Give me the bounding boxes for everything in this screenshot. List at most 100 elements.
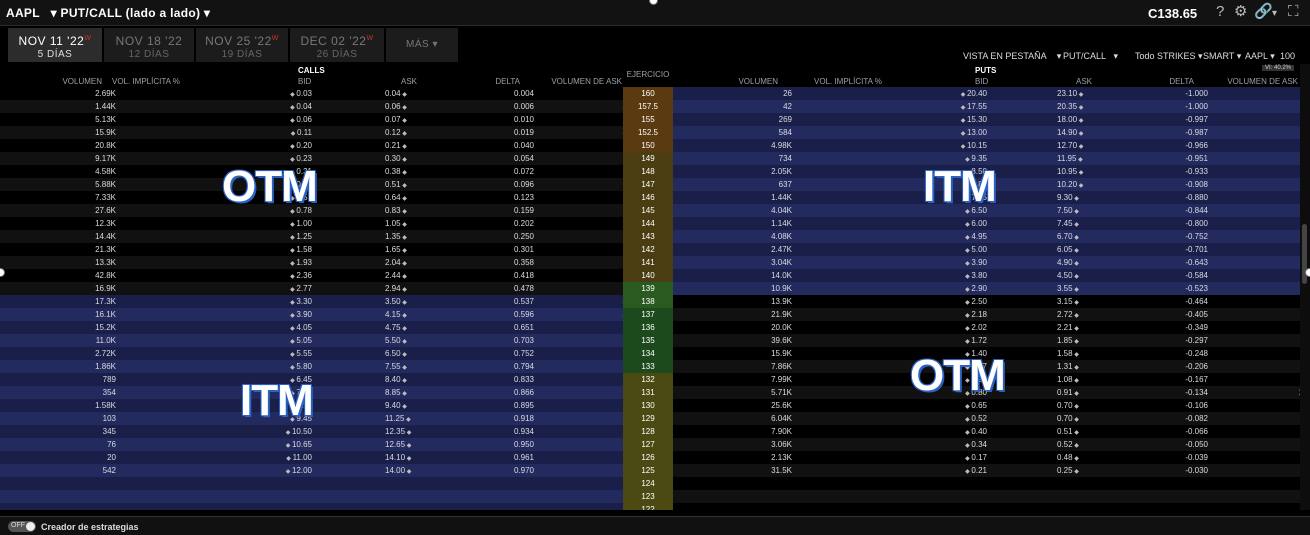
calls-ask-volume-cell[interactable]: 20 [525,243,636,256]
calls-bid-cell[interactable]: ◆ 0.03 [266,87,312,100]
puts-bid-cell[interactable]: ◆ 2.02 [941,321,987,334]
calls-ask-cell[interactable]: 8.85 ◆ [385,386,419,399]
puts-bid-cell[interactable]: ◆ 15.30 [941,113,987,126]
calls-ask-volume-cell[interactable]: 401 [525,295,636,308]
puts-ask-volume-cell[interactable]: 2 [1200,100,1300,113]
table-row[interactable]: 17.3K◆ 3.303.50 ◆0.53740113.9K◆ 2.503.15… [0,295,1300,308]
table-row[interactable]: 354◆ 7.308.85 ◆0.866875.71K◆ 0.800.91 ◆-… [0,386,1300,399]
calls-ask-volume-cell[interactable]: 1 [525,438,636,451]
puts-ask-volume-cell[interactable]: 1 [1200,126,1300,139]
puts-ask-cell[interactable] [1055,503,1091,510]
puts-bid-cell[interactable]: ◆ 0.34 [941,438,987,451]
calls-bid-cell[interactable] [280,490,326,503]
table-row[interactable]: 7.33K◆ 0.570.64 ◆0.123851.44K◆ 7.059.30 … [0,191,1300,204]
puts-bid-cell[interactable]: ◆ 3.90 [941,256,987,269]
calls-ask-cell[interactable]: 0.12 ◆ [385,126,419,139]
puts-ask-cell[interactable]: 1.58 ◆ [1057,347,1093,360]
calls-ask-volume-cell[interactable]: 36 [525,165,636,178]
calls-bid-cell[interactable] [280,477,326,490]
puts-ask-cell[interactable]: 23.10 ◆ [1057,87,1093,100]
table-row[interactable]: 123 [0,490,1300,503]
table-row[interactable]: 1.44K◆ 0.040.06 ◆0.00647842◆ 17.5520.35 … [0,100,1300,113]
chevron-down-icon[interactable]: ▾ [1272,6,1277,22]
puts-bid-cell[interactable]: ◆ 0.40 [941,425,987,438]
table-row[interactable]: 16.9K◆ 2.772.94 ◆0.478110.9K◆ 2.903.55 ◆… [0,282,1300,295]
calls-bid-cell[interactable]: ◆ 0.06 [266,113,312,126]
table-row[interactable]: 27.6K◆ 0.780.83 ◆0.159554.04K◆ 6.507.50 … [0,204,1300,217]
calls-ask-cell[interactable]: 2.94 ◆ [385,282,419,295]
puts-ask-volume-cell[interactable]: 5 [1200,438,1300,451]
calls-ask-volume-cell[interactable]: 3 [525,464,636,477]
calls-ask-volume-cell[interactable]: 55 [525,204,636,217]
calls-bid-cell[interactable]: ◆ 10.65 [266,438,312,451]
table-row[interactable]: 16.1K◆ 3.904.15 ◆0.59641921.9K◆ 2.182.72… [0,308,1300,321]
puts-ask-volume-cell[interactable]: 15 [1200,191,1300,204]
table-row[interactable]: 5.88K◆ 0.420.51 ◆0.0961637◆ 7.8510.20 ◆-… [0,178,1300,191]
calls-ask-volume-cell[interactable]: 4 [525,373,636,386]
calls-ask-cell[interactable]: 14.00 ◆ [385,464,419,477]
tab-dec-02[interactable]: DEC 02 '22W 26 DÍAS [290,28,384,62]
calls-ask-volume-cell[interactable]: 10 [525,347,636,360]
puts-ask-volume-cell[interactable]: 1 [1200,308,1300,321]
calls-bid-cell[interactable]: ◆ 10.50 [266,425,312,438]
multiplier-field[interactable]: 100 [1280,51,1295,61]
puts-ask-cell[interactable]: 1.31 ◆ [1057,360,1093,373]
puts-ask-volume-cell[interactable]: 1 [1200,204,1300,217]
link-icon[interactable]: 🔗 [1254,4,1273,20]
calls-ask-cell[interactable]: 14.10 ◆ [385,451,419,464]
underlying-dropdown[interactable]: AAPL ▾ [1245,51,1275,62]
puts-bid-cell[interactable] [955,477,1001,490]
puts-ask-cell[interactable]: 10.20 ◆ [1057,178,1093,191]
calls-ask-volume-cell[interactable]: 2 [525,399,636,412]
table-row[interactable]: 542◆ 12.0014.00 ◆0.970331.5K◆ 0.210.25 ◆… [0,464,1300,477]
puts-bid-cell[interactable]: ◆ 2.90 [941,282,987,295]
calls-ask-volume-cell[interactable]: 478 [525,100,636,113]
puts-ask-volume-cell[interactable]: 3 [1200,87,1300,100]
puts-ask-volume-cell[interactable] [1200,477,1300,490]
puts-ask-volume-cell[interactable]: 3 [1200,230,1300,243]
help-icon[interactable]: ? [1216,4,1224,20]
puts-ask-volume-cell[interactable]: 83 [1200,217,1300,230]
puts-ask-volume-cell[interactable]: 40 [1200,399,1300,412]
puts-ask-volume-cell[interactable]: 1 [1200,334,1300,347]
calls-ask-volume-cell[interactable]: 85 [525,191,636,204]
calls-ask-volume-cell[interactable] [525,490,636,503]
puts-ask-volume-cell[interactable] [1200,503,1300,510]
puts-bid-cell[interactable]: ◆ 6.00 [941,217,987,230]
table-row[interactable]: 76◆ 10.6512.65 ◆0.95013.06K◆ 0.340.52 ◆-… [0,438,1300,451]
putcall-dropdown[interactable]: PUT/CALL ▾ [1063,51,1118,62]
calls-ask-volume-cell[interactable]: 202 [525,256,636,269]
table-row[interactable]: 15.9K◆ 0.110.12 ◆0.019414584◆ 13.0014.90… [0,126,1300,139]
puts-ask-volume-cell[interactable]: 5 [1200,295,1300,308]
puts-ask-cell[interactable]: 12.70 ◆ [1057,139,1093,152]
calls-ask-volume-cell[interactable]: 1 [525,178,636,191]
calls-bid-cell[interactable]: ◆ 5.80 [266,360,312,373]
puts-ask-volume-cell[interactable]: 2 [1200,373,1300,386]
puts-ask-cell[interactable] [1055,477,1091,490]
puts-bid-cell[interactable] [955,490,1001,503]
puts-ask-volume-cell[interactable]: 62 [1200,152,1300,165]
calls-ask-cell[interactable]: 0.83 ◆ [385,204,419,217]
calls-bid-cell[interactable]: ◆ 1.00 [266,217,312,230]
table-row[interactable]: 12.3K◆ 1.001.05 ◆0.20211.14K◆ 6.007.45 ◆… [0,217,1300,230]
puts-ask-volume-cell[interactable]: 3 [1200,113,1300,126]
puts-ask-cell[interactable]: 1.85 ◆ [1057,334,1093,347]
puts-ask-cell[interactable]: 1.08 ◆ [1057,373,1093,386]
calls-ask-cell[interactable]: 4.75 ◆ [385,321,419,334]
calls-bid-cell[interactable]: ◆ 5.05 [266,334,312,347]
calls-ask-cell[interactable]: 0.38 ◆ [385,165,419,178]
exchange-dropdown[interactable]: SMART ▾ [1203,51,1241,62]
calls-ask-volume-cell[interactable]: 3 [525,451,636,464]
puts-bid-cell[interactable]: ◆ 0.52 [941,412,987,425]
calls-ask-cell[interactable]: 2.04 ◆ [385,256,419,269]
expand-icon[interactable]: ⛶ [1288,4,1299,20]
calls-ask-cell[interactable]: 0.51 ◆ [385,178,419,191]
gear-icon[interactable]: ⚙ [1234,4,1247,20]
symbol-selector[interactable]: AAPL ▾ PUT/CALL (lado a lado) ▾ [6,6,210,20]
puts-bid-cell[interactable]: ◆ 20.40 [941,87,987,100]
table-row[interactable]: 14.4K◆ 1.251.35 ◆0.25014.08K◆ 4.956.70 ◆… [0,230,1300,243]
puts-ask-cell[interactable]: 0.52 ◆ [1057,438,1093,451]
calls-bid-cell[interactable]: ◆ 3.90 [266,308,312,321]
calls-ask-volume-cell[interactable]: 246 [525,321,636,334]
puts-ask-volume-cell[interactable]: 3 [1200,178,1300,191]
